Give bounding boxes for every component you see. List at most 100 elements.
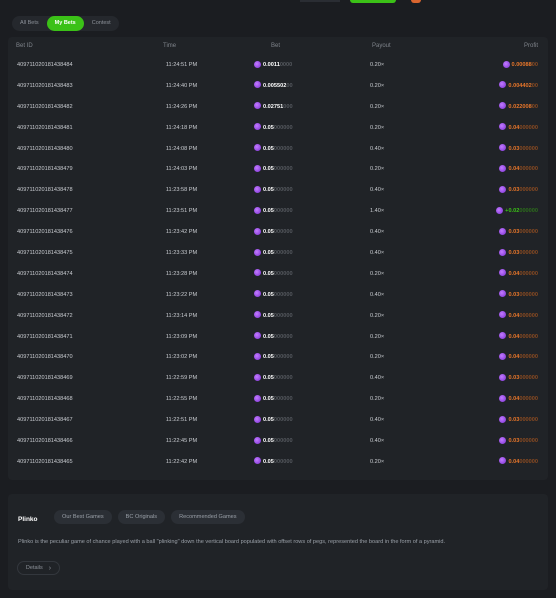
table-row[interactable]: 409711020181438477 11:23:51 PM 0.05 000000 1… xyxy=(8,202,548,223)
header-green-button-edge[interactable] xyxy=(350,0,396,3)
table-row[interactable]: 409711020181438472 11:23:14 PM 0.05 000000 0… xyxy=(8,307,548,328)
bet-time: 11:23:33 PM xyxy=(165,250,198,257)
bet-profit: 0.03 000000 xyxy=(499,290,538,298)
table-row[interactable]: 409711020181438484 11:24:51 PM 0.0011 0000 0… xyxy=(8,56,548,77)
bet-id[interactable]: 409711020181438477 xyxy=(17,209,73,215)
chip-recommended-games[interactable]: Recommended Games xyxy=(171,510,245,524)
table-row[interactable]: 409711020181438471 11:23:09 PM 0.05 000000 0… xyxy=(8,328,548,349)
bet-amount-main: 0.05 xyxy=(263,438,274,445)
bet-time: 11:24:26 PM xyxy=(165,103,198,110)
coin-icon xyxy=(502,60,510,68)
bet-id[interactable]: 409711020181438466 xyxy=(17,438,73,445)
bet-payout: 0.20× xyxy=(370,166,385,173)
bet-id[interactable]: 409711020181438471 xyxy=(17,334,73,341)
bet-id[interactable]: 409711020181438478 xyxy=(17,188,73,194)
bet-time: 11:24:08 PM xyxy=(165,145,198,152)
bet-id[interactable]: 409711020181438475 xyxy=(17,250,73,257)
table-body: 409711020181438484 11:24:51 PM 0.0011 0000 0… xyxy=(8,56,548,474)
profit-amount-trailing: 000000 xyxy=(519,145,538,152)
table-row[interactable]: 409711020181438466 11:22:45 PM 0.05 000000 0… xyxy=(8,432,548,453)
profit-amount-trailing: 00 xyxy=(531,103,538,110)
profit-amount-trailing: 000000 xyxy=(519,166,538,173)
profit-amount-trailing: 000000 xyxy=(519,250,538,257)
table-row[interactable]: 409711020181438478 11:23:58 PM 0.05 000000 0… xyxy=(8,181,548,202)
table-row[interactable]: 409711020181438470 11:23:02 PM 0.05 000000 0… xyxy=(8,348,548,369)
coin-icon xyxy=(499,394,507,402)
bet-time: 11:22:42 PM xyxy=(165,458,198,465)
coin-icon xyxy=(254,144,261,152)
bet-time: 11:23:28 PM xyxy=(165,270,198,277)
bet-time: 11:24:18 PM xyxy=(165,124,198,131)
bet-id[interactable]: 409711020181438480 xyxy=(17,146,73,153)
profit-amount-trailing: 000000 xyxy=(519,458,538,465)
bet-id[interactable]: 409711020181438465 xyxy=(17,459,73,466)
chevron-right-icon: › xyxy=(48,564,52,572)
bet-id[interactable]: 409711020181438472 xyxy=(17,313,73,320)
bet-amount-main: 0.05 xyxy=(263,208,274,215)
bet-time: 11:22:59 PM xyxy=(165,375,198,382)
bet-amount: 0.05 000000 xyxy=(254,206,293,215)
bet-amount-main: 0.05 xyxy=(263,458,274,465)
coin-icon xyxy=(499,185,507,193)
tab-contest[interactable]: Contest xyxy=(84,16,119,31)
header-bar xyxy=(300,0,340,2)
table-row[interactable]: 409711020181438475 11:23:33 PM 0.05 000000 0… xyxy=(8,244,548,265)
profit-amount-trailing: 000000 xyxy=(519,417,538,424)
table-row[interactable]: 409711020181438467 11:22:51 PM 0.05 000000 0… xyxy=(8,411,548,432)
game-tags: Our Best Games BC Originals Recommended … xyxy=(54,510,245,524)
bet-amount-main: 0.05 xyxy=(263,229,274,236)
bet-payout: 0.40× xyxy=(370,229,385,236)
table-row[interactable]: 409711020181438481 11:24:18 PM 0.05 000000 0… xyxy=(8,119,548,140)
bet-amount-trailing: 000000 xyxy=(273,458,293,465)
table-row[interactable]: 409711020181438469 11:22:59 PM 0.05 000000 0… xyxy=(8,369,548,390)
bet-time: 11:23:22 PM xyxy=(165,291,198,298)
coin-icon xyxy=(499,352,507,360)
table-row[interactable]: 409711020181438480 11:24:08 PM 0.05 000000 0… xyxy=(8,140,548,161)
table-row[interactable]: 409711020181438473 11:23:22 PM 0.05 000000 0… xyxy=(8,286,548,307)
chip-bc-originals[interactable]: BC Originals xyxy=(117,510,166,524)
bet-profit: 0.04 000000 xyxy=(499,394,538,403)
table-row[interactable]: 409711020181438468 11:22:55 PM 0.05 000000 0… xyxy=(8,390,548,411)
bet-profit: 0.03 000000 xyxy=(499,248,538,257)
bet-amount-trailing: 000000 xyxy=(273,354,293,361)
bet-amount: 0.05 000000 xyxy=(254,415,293,424)
coin-icon xyxy=(254,81,261,89)
profit-amount-trailing: 000000 xyxy=(519,187,538,194)
game-description: Plinko is the peculiar game of chance pl… xyxy=(18,539,446,545)
table-row[interactable]: 409711020181438465 11:22:42 PM 0.05 000000 0… xyxy=(8,453,548,474)
table-row[interactable]: 409711020181438474 11:23:28 PM 0.05 000000 0… xyxy=(8,265,548,286)
profit-amount-main: 0.04 xyxy=(508,270,520,277)
bet-id[interactable]: 409711020181438469 xyxy=(17,376,73,382)
bets-table: Bet ID Time Bet Payout Profit 4097110201… xyxy=(8,37,548,480)
chip-our-best-games[interactable]: Our Best Games xyxy=(54,510,112,524)
profit-amount-main: 0.03 xyxy=(508,438,520,445)
table-row[interactable]: 409711020181438483 11:24:40 PM 0.005502 00 0… xyxy=(8,77,548,98)
bet-id[interactable]: 409711020181438467 xyxy=(17,418,73,424)
bet-id[interactable]: 409711020181438479 xyxy=(17,167,73,173)
bet-id[interactable]: 409711020181438483 xyxy=(17,83,73,90)
bet-amount: 0.05 000000 xyxy=(254,227,293,236)
bet-id[interactable]: 409711020181438474 xyxy=(17,271,73,278)
bet-id[interactable]: 409711020181438473 xyxy=(17,292,73,299)
bet-profit: 0.04 000000 xyxy=(499,352,538,361)
bet-id[interactable]: 409711020181438468 xyxy=(17,397,73,403)
bet-id[interactable]: 409711020181438482 xyxy=(17,104,73,111)
table-row[interactable]: 409711020181438482 11:24:26 PM 0.02751 000 0… xyxy=(8,98,548,119)
bet-id[interactable]: 409711020181438484 xyxy=(17,62,73,69)
tab-all-bets[interactable]: All Bets xyxy=(12,16,47,31)
header-avatar-edge[interactable] xyxy=(411,0,421,3)
tab-my-bets[interactable]: My Bets xyxy=(46,16,84,31)
bet-id[interactable]: 409711020181438481 xyxy=(17,125,73,132)
bet-amount-main: 0.05 xyxy=(263,124,274,131)
bet-id[interactable]: 409711020181438476 xyxy=(17,230,73,236)
table-row[interactable]: 409711020181438476 11:23:42 PM 0.05 000000 0… xyxy=(8,223,548,244)
table-row[interactable]: 409711020181438479 11:24:03 PM 0.05 000000 0… xyxy=(8,160,548,181)
coin-icon xyxy=(254,352,261,360)
coin-icon xyxy=(254,206,261,214)
bet-time: 11:24:03 PM xyxy=(165,166,198,173)
header-bet: Bet xyxy=(271,43,281,49)
bet-id[interactable]: 409711020181438470 xyxy=(17,355,73,361)
bets-tabs: All Bets My Bets Contest xyxy=(12,16,119,31)
bet-amount: 0.02751 000 xyxy=(254,102,293,110)
details-button[interactable]: Details › xyxy=(17,561,60,575)
